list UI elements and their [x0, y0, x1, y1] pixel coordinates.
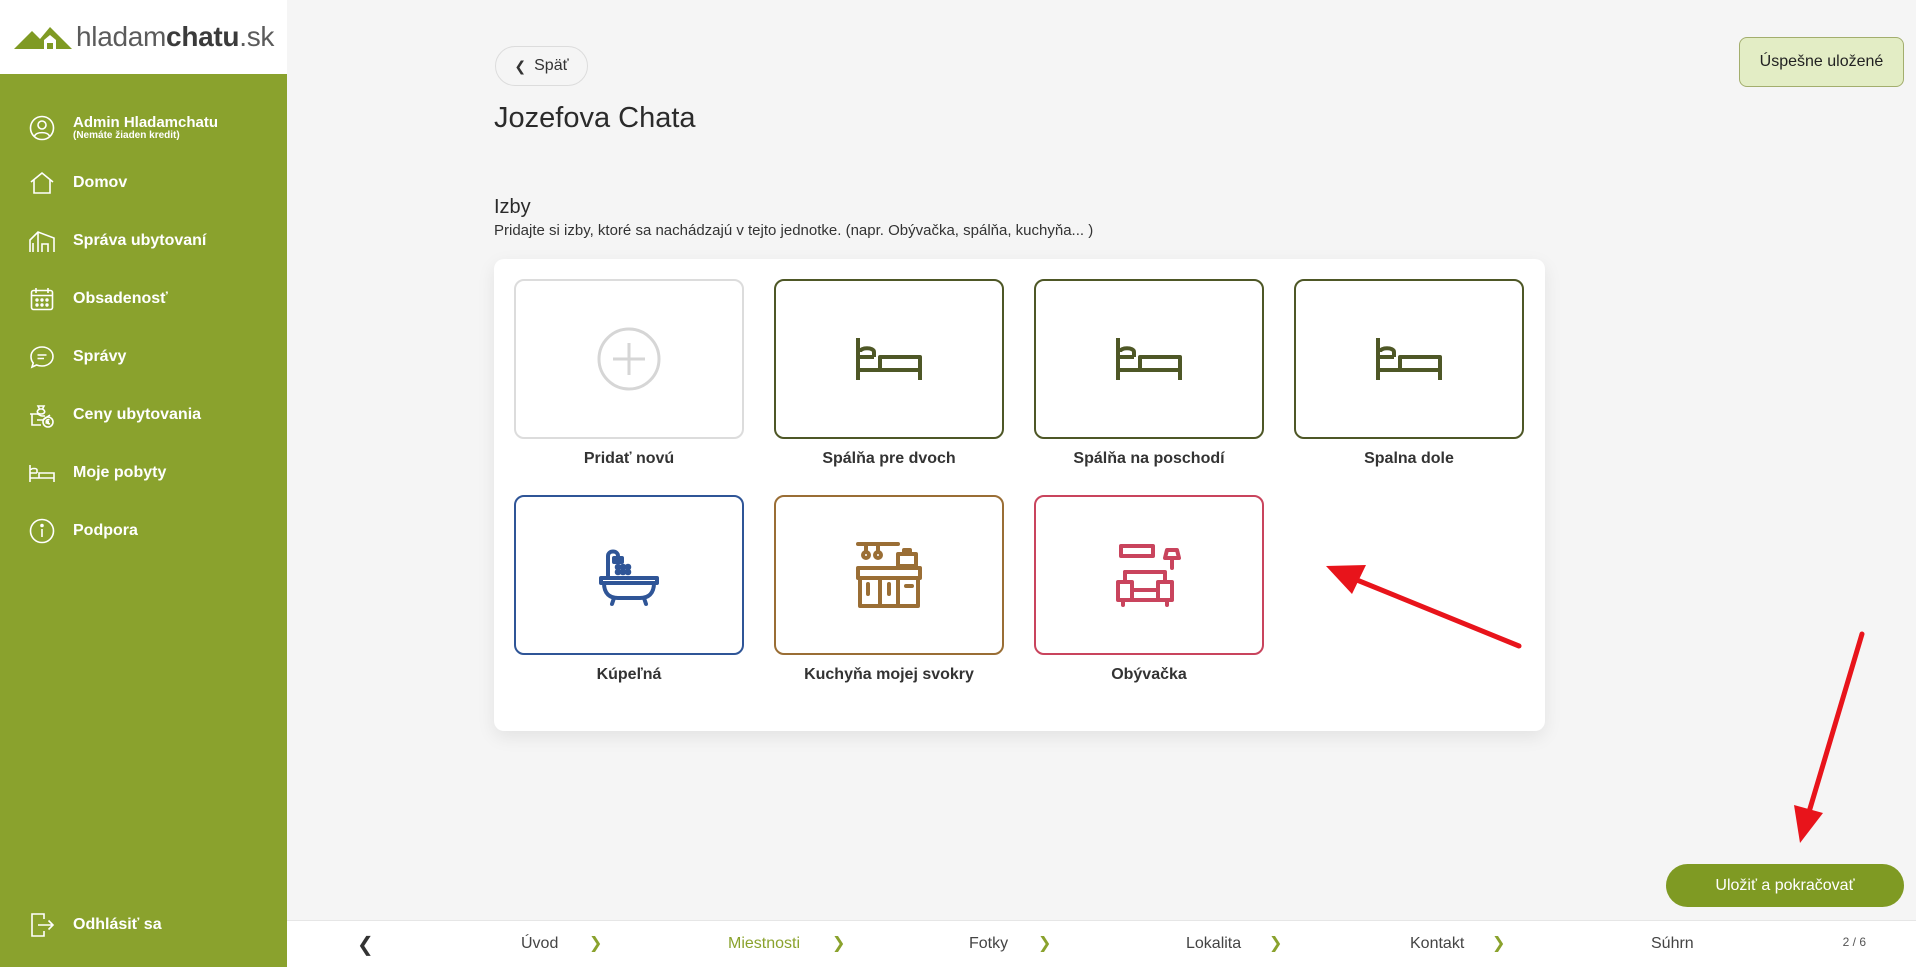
user-name: Admin Hladamchatu: [73, 114, 219, 131]
money-icon: [28, 401, 56, 429]
rooms-section-title: Izby: [494, 196, 531, 218]
saved-status-badge: Úspešne uložené: [1739, 37, 1904, 87]
add-room-label: Pridať novú: [583, 450, 675, 467]
room-label: Spálňa na poschodí: [1073, 450, 1225, 467]
sidebar-item-label: Správy: [73, 348, 127, 365]
bed-icon: [1376, 338, 1442, 380]
add-room-tile[interactable]: [514, 279, 744, 439]
user-icon: [28, 114, 56, 142]
user-credit-note: (Nemáte žiaden kredit): [73, 130, 180, 141]
page-title: Jozefova Chata: [494, 102, 696, 134]
back-button[interactable]: ❮ Späť: [495, 46, 588, 86]
rooms-section-description: Pridajte si izby, ktoré sa nachádzajú v …: [494, 222, 1094, 239]
chevron-right-icon: ❯: [1492, 935, 1506, 952]
room-label: Spalna dole: [1364, 450, 1454, 467]
sidebar-item-sprava-ubytovani[interactable]: Správa ubytovaní: [0, 219, 287, 263]
room-tile[interactable]: [1034, 495, 1264, 655]
room-label: Kuchyňa mojej svokry: [804, 666, 974, 683]
calendar-icon: [28, 285, 56, 313]
step-fotky[interactable]: Fotky: [969, 935, 1008, 953]
bed-icon: [856, 338, 922, 380]
room-tile[interactable]: [774, 495, 1004, 655]
step-counter: 2 / 6: [1842, 935, 1866, 949]
sidebar-item-label: Podpora: [73, 522, 138, 539]
step-kontakt[interactable]: Kontakt: [1410, 935, 1464, 953]
sidebar-item-podpora[interactable]: Podpora: [0, 509, 287, 553]
chevron-left-icon: ❮: [514, 57, 527, 74]
logout-icon: [28, 911, 56, 939]
save-and-continue-button[interactable]: Uložiť a pokračovať: [1666, 864, 1904, 907]
sidebar-item-label: Odhlásiť sa: [73, 916, 162, 933]
room-tile[interactable]: [1034, 279, 1264, 439]
room-tile[interactable]: [774, 279, 1004, 439]
home-icon: [28, 169, 56, 197]
room-label: Obývačka: [1111, 666, 1187, 683]
kitchen-icon: [856, 542, 922, 608]
bed-icon: [1116, 338, 1182, 380]
room-label: Kúpeľná: [596, 666, 662, 683]
room-label: Spálňa pre dvoch: [822, 450, 956, 467]
sidebar-item-spravy[interactable]: Správy: [0, 335, 287, 379]
chevron-right-icon: ❯: [589, 935, 603, 952]
cabin-icon: [28, 227, 56, 255]
sidebar-item-label: Moje pobyty: [73, 464, 167, 481]
sidebar-item-logout[interactable]: Odhlásiť sa: [0, 903, 287, 947]
chevron-right-icon: ❯: [832, 935, 846, 952]
annotation-arrow-icon: [1794, 631, 1865, 843]
sidebar-item-moje-pobyty[interactable]: Moje pobyty: [0, 451, 287, 495]
bathtub-icon: [599, 549, 659, 606]
sidebar: hladamchatu.sk Admin Hladamchatu (Nemáte…: [0, 0, 287, 967]
sidebar-item-domov[interactable]: Domov: [0, 161, 287, 205]
rooms-panel: Pridať novú Spálňa pre dvoch Spálňa na p…: [494, 259, 1545, 731]
sofa-icon: [1116, 544, 1181, 607]
sidebar-item-label: Správa ubytovaní: [73, 232, 207, 249]
chat-icon: [28, 343, 56, 371]
sidebar-item-user[interactable]: Admin Hladamchatu (Nemáte žiaden kredit): [0, 106, 287, 150]
back-button-label: Späť: [534, 57, 569, 74]
sidebar-item-ceny-ubytovania[interactable]: Ceny ubytovania: [0, 393, 287, 437]
room-tile[interactable]: [514, 495, 744, 655]
wizard-stepper: ❮ Úvod ❯ Miestnosti ❯ Fotky ❯ Lokalita ❯…: [287, 920, 1916, 967]
step-suhrn[interactable]: Súhrn: [1651, 935, 1694, 953]
plus-circle-icon: [597, 327, 661, 391]
step-uvod[interactable]: Úvod: [521, 935, 558, 953]
chevron-right-icon: ❯: [1038, 935, 1052, 952]
bed-icon: [28, 459, 56, 487]
info-icon: [28, 517, 56, 545]
sidebar-item-obsadenost[interactable]: Obsadenosť: [0, 277, 287, 321]
sidebar-item-label: Domov: [73, 174, 128, 191]
sidebar-item-label: Obsadenosť: [73, 290, 168, 307]
sidebar-item-label: Ceny ubytovania: [73, 406, 202, 423]
room-tile[interactable]: [1294, 279, 1524, 439]
mountain-cabin-logo-icon: [14, 27, 72, 49]
step-miestnosti[interactable]: Miestnosti: [728, 935, 800, 953]
chevron-right-icon: ❯: [1269, 935, 1283, 952]
logo-text: hladamchatu.sk: [76, 21, 275, 52]
step-lokalita[interactable]: Lokalita: [1186, 935, 1241, 953]
chevron-left-icon[interactable]: ❮: [357, 932, 374, 957]
logo[interactable]: hladamchatu.sk: [0, 0, 287, 74]
